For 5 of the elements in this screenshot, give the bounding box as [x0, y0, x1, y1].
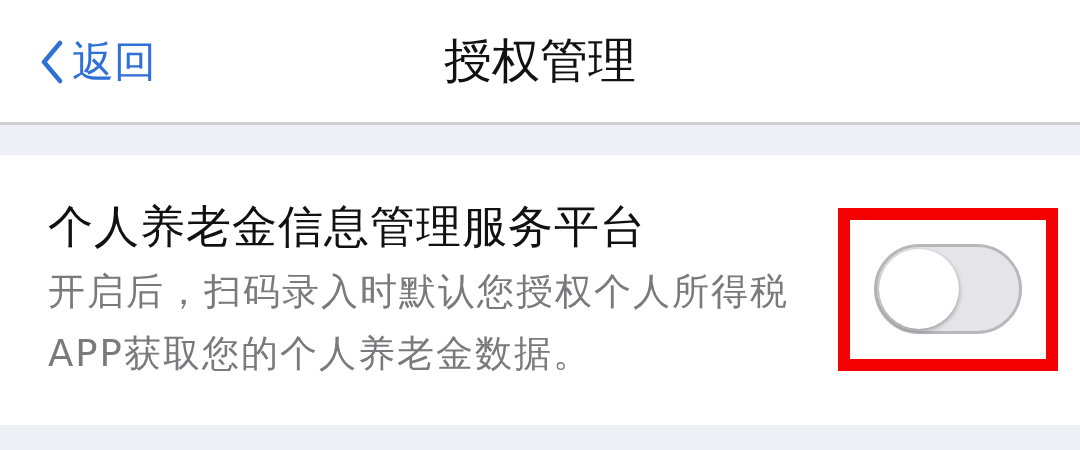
- setting-description: 开启后，扫码录入时默认您授权个人所得税APP获取您的个人养老金数据。: [48, 269, 790, 377]
- back-button[interactable]: 返回: [40, 34, 156, 90]
- back-chevron-icon: [40, 40, 64, 84]
- page-title: 授权管理: [444, 31, 636, 90]
- setting-title: 个人养老金信息管理服务平台: [48, 199, 647, 255]
